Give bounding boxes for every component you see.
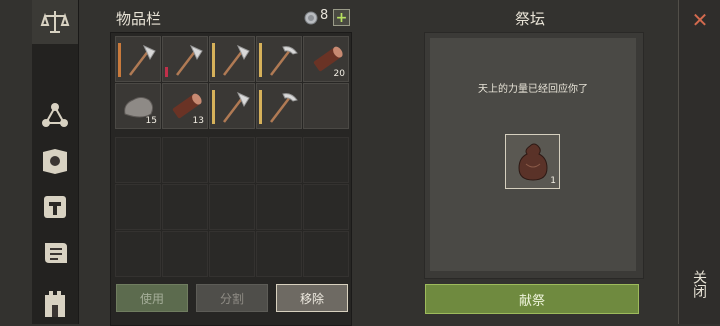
item-quantity: 20 bbox=[333, 69, 345, 79]
axe-icon bbox=[223, 91, 250, 123]
inventory-slot[interactable]: 13 bbox=[162, 83, 208, 129]
hammer-icon[interactable] bbox=[36, 188, 74, 226]
altar-message: 天上的力量已经回应你了 bbox=[478, 84, 588, 95]
pickaxe-icon bbox=[270, 46, 298, 76]
network-icon[interactable] bbox=[36, 96, 74, 134]
axe-icon bbox=[223, 44, 250, 76]
close-panel[interactable]: ✕ 关闭 bbox=[678, 0, 720, 324]
inventory-slot[interactable] bbox=[115, 184, 161, 230]
inventory-slot[interactable] bbox=[303, 184, 349, 230]
pickaxe-icon bbox=[270, 93, 298, 123]
inventory-grid-bottom bbox=[115, 137, 349, 277]
inventory-slot[interactable] bbox=[256, 36, 302, 82]
sun-book-icon[interactable] bbox=[36, 142, 74, 180]
inventory-slot[interactable] bbox=[162, 36, 208, 82]
close-icon[interactable]: ✕ bbox=[679, 8, 720, 32]
inventory-slot[interactable] bbox=[303, 83, 349, 129]
inventory-slot[interactable] bbox=[256, 184, 302, 230]
inventory-slot[interactable] bbox=[209, 83, 255, 129]
item-quantity: 15 bbox=[145, 116, 157, 126]
inventory-slot[interactable] bbox=[162, 137, 208, 183]
inventory-grid-top: 20 15 13 bbox=[115, 36, 349, 129]
inventory-slot[interactable] bbox=[162, 231, 208, 277]
scroll-icon[interactable] bbox=[36, 234, 74, 272]
side-rail bbox=[32, 0, 79, 324]
pickaxe-icon bbox=[176, 44, 203, 76]
silver-coin-icon bbox=[304, 10, 318, 29]
altar-title: 祭坛 bbox=[515, 10, 546, 28]
add-currency-button[interactable]: + bbox=[333, 9, 350, 26]
inventory-slot[interactable] bbox=[303, 231, 349, 277]
inventory-slot[interactable] bbox=[162, 184, 208, 230]
offering-quantity: 1 bbox=[550, 176, 556, 186]
inventory-slot[interactable]: 20 bbox=[303, 36, 349, 82]
inventory-slot[interactable] bbox=[209, 184, 255, 230]
inventory-slot[interactable] bbox=[115, 36, 161, 82]
currency-count: 8 bbox=[320, 8, 329, 23]
remove-button[interactable]: 移除 bbox=[276, 284, 348, 312]
inventory-slot[interactable]: 15 bbox=[115, 83, 161, 129]
axe-icon bbox=[129, 44, 156, 76]
sacrifice-button[interactable]: 献祭 bbox=[425, 284, 639, 314]
inventory-slot[interactable] bbox=[115, 231, 161, 277]
gourd-icon bbox=[518, 143, 548, 181]
inventory-slot[interactable] bbox=[209, 231, 255, 277]
inventory-slot[interactable] bbox=[209, 36, 255, 82]
fortress-icon[interactable] bbox=[36, 282, 74, 320]
inventory-slot[interactable] bbox=[115, 137, 161, 183]
balance-scale-icon[interactable] bbox=[32, 0, 78, 44]
inventory-slot[interactable] bbox=[303, 137, 349, 183]
split-button[interactable]: 分割 bbox=[196, 284, 268, 312]
offering-slot[interactable]: 1 bbox=[505, 134, 560, 189]
inventory-slot[interactable] bbox=[256, 231, 302, 277]
close-label[interactable]: 关闭 bbox=[691, 270, 709, 298]
item-quantity: 13 bbox=[192, 116, 204, 126]
inventory-title: 物品栏 bbox=[116, 10, 162, 28]
inventory-slot[interactable] bbox=[256, 137, 302, 183]
inventory-slot[interactable] bbox=[256, 83, 302, 129]
inventory-slot[interactable] bbox=[209, 137, 255, 183]
use-button[interactable]: 使用 bbox=[116, 284, 188, 312]
